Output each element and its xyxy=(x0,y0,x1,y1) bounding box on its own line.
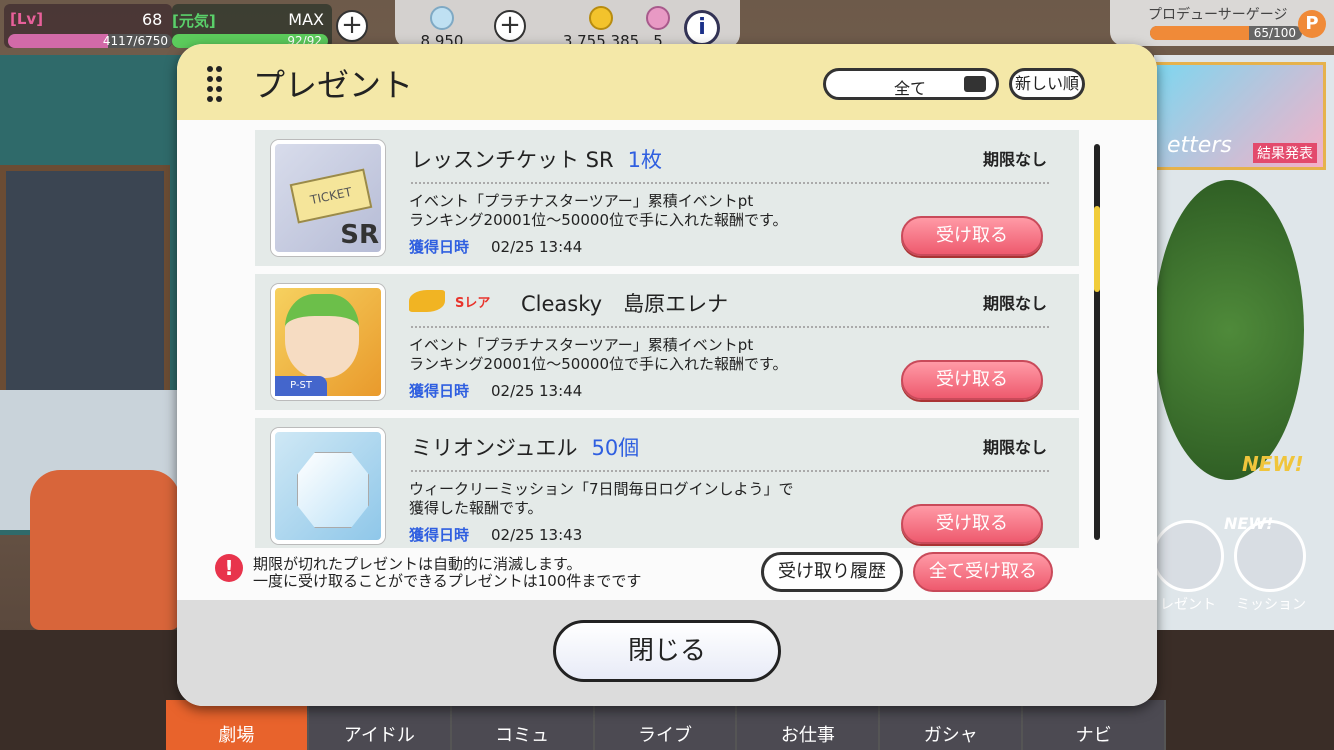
event-banner[interactable]: etters 結果発表 xyxy=(1154,62,1326,170)
item-description: イベント「プラチナスターツアー」累積イベントpt ランキング20001位～500… xyxy=(409,192,788,229)
genki-plus-button[interactable]: + xyxy=(336,10,368,42)
divider xyxy=(411,470,1049,472)
item-description: ウィークリーミッション「7日間毎日ログインしよう」で 獲得した報酬です。 xyxy=(409,480,794,517)
grip-icon xyxy=(207,66,223,102)
list-item: P-ST Sレア Cleasky 島原エレナ 期限なし イベント「プラチナスター… xyxy=(255,274,1079,410)
dialog-header: プレゼント 全て 新しい順 xyxy=(177,44,1157,120)
receive-button[interactable]: 受け取る xyxy=(901,360,1043,400)
present-dialog: プレゼント 全て 新しい順 TICKET SR レッスンチケット SR 1枚 期限… xyxy=(177,44,1157,706)
ticket-icon xyxy=(646,6,670,30)
item-quantity: 50個 xyxy=(591,436,640,460)
dialog-footer: 閉じる xyxy=(177,600,1157,706)
filter-dropdown[interactable]: 全て xyxy=(823,68,999,100)
exp-text: 4117/6750 xyxy=(102,34,168,48)
receive-history-button[interactable]: 受け取り履歴 xyxy=(761,552,903,592)
scroll-thumb[interactable] xyxy=(1094,206,1100,292)
nav-navi[interactable]: ナビ xyxy=(1023,700,1167,750)
present-button[interactable] xyxy=(1152,520,1224,592)
exp-bar-fill xyxy=(8,34,109,48)
item-quantity: 1枚 xyxy=(627,148,662,172)
ticket-icon: TICKET xyxy=(289,168,373,224)
million-jewel-icon xyxy=(297,452,369,528)
coin-icon xyxy=(589,6,613,30)
genki-max: MAX xyxy=(288,10,324,29)
list-item: TICKET SR レッスンチケット SR 1枚 期限なし イベント「プラチナスタ… xyxy=(255,130,1079,266)
pst-tag: P-ST xyxy=(275,376,327,396)
item-title: レッスンチケット SR 1枚 xyxy=(411,148,662,172)
info-button[interactable]: i xyxy=(684,10,720,46)
nav-theater[interactable]: 劇場 xyxy=(166,700,309,750)
nav-commu[interactable]: コミュ xyxy=(451,700,595,750)
receive-button[interactable]: 受け取る xyxy=(901,504,1043,544)
list-scrollbar[interactable] xyxy=(1094,144,1100,540)
divider xyxy=(411,182,1049,184)
acquired-date: 獲得日時 02/25 13:44 xyxy=(409,238,583,256)
present-label: レゼント xyxy=(1160,597,1216,613)
mission-label: ミッション xyxy=(1236,597,1306,613)
expiry-text: 期限なし xyxy=(982,150,1047,169)
jewel-icon xyxy=(430,6,454,30)
nav-work[interactable]: お仕事 xyxy=(737,700,881,750)
genki-tag: [元気] xyxy=(172,12,216,30)
producer-bar: 65/100 xyxy=(1150,26,1302,40)
item-title: ミリオンジュエル 50個 xyxy=(411,436,640,460)
producer-bar-fill xyxy=(1150,26,1249,40)
jewel-thumbnail xyxy=(271,428,385,544)
banner-tag: 結果発表 xyxy=(1253,143,1317,163)
producer-gauge: プロデューサーゲージ 65/100 P xyxy=(1110,0,1334,46)
divider xyxy=(411,326,1049,328)
expiry-text: 期限なし xyxy=(982,294,1047,313)
mission-new-badge: NEW! xyxy=(1224,514,1274,533)
chair xyxy=(30,470,180,630)
list-item: ミリオンジュエル 50個 期限なし ウィークリーミッション「7日間毎日ログインしよ… xyxy=(255,418,1079,548)
receive-button[interactable]: 受け取る xyxy=(901,216,1043,256)
receive-all-button[interactable]: 全て受け取る xyxy=(913,552,1053,592)
nav-gacha[interactable]: ガシャ xyxy=(880,700,1024,750)
nav-idol[interactable]: アイドル xyxy=(308,700,452,750)
wing-icon xyxy=(409,290,445,312)
sr-label: SR xyxy=(340,220,379,250)
cards-icon xyxy=(964,76,986,92)
dialog-title: プレゼント xyxy=(253,66,414,104)
top-hud: [Lv] 68 4117/6750 [元気] MAX 92/92 + 8,950… xyxy=(0,0,1334,50)
level-tag: [Lv] xyxy=(10,10,44,28)
rarity-label: Sレア xyxy=(455,296,491,311)
level-panel: [Lv] 68 4117/6750 xyxy=(4,4,172,48)
banner-text: etters xyxy=(1167,133,1232,158)
sort-button[interactable]: 新しい順 xyxy=(1009,68,1085,100)
present-list[interactable]: TICKET SR レッスンチケット SR 1枚 期限なし イベント「プラチナスタ… xyxy=(255,130,1079,548)
idol-portrait xyxy=(285,294,359,378)
nav-live[interactable]: ライブ xyxy=(594,700,738,750)
jewel-plus-button[interactable]: + xyxy=(494,10,526,42)
p-badge-icon: P xyxy=(1298,10,1326,38)
producer-label: プロデューサーゲージ xyxy=(1148,7,1288,23)
notice-text: 期限が切れたプレゼントは自動的に消滅します。 一度に受け取ることができるプレゼン… xyxy=(253,555,642,590)
lesson-ticket-thumbnail: TICKET SR xyxy=(271,140,385,256)
bottom-nav: 劇場 アイドル コミュ ライブ お仕事 ガシャ ナビ xyxy=(166,700,1167,750)
acquired-date: 獲得日時 02/25 13:44 xyxy=(409,382,583,400)
plant xyxy=(1154,180,1304,480)
new-badge: NEW! xyxy=(1242,452,1304,476)
genki-panel: [元気] MAX 92/92 xyxy=(172,4,332,48)
idol-card-thumbnail: P-ST xyxy=(271,284,385,400)
exp-bar: 4117/6750 xyxy=(8,34,172,48)
item-description: イベント「プラチナスターツアー」累積イベントpt ランキング20001位～500… xyxy=(409,336,788,373)
filter-value: 全て xyxy=(894,79,927,98)
producer-value: 65/100 xyxy=(1253,26,1296,40)
close-button[interactable]: 閉じる xyxy=(553,620,781,682)
level-value: 68 xyxy=(142,10,163,29)
warning-icon: ! xyxy=(215,554,243,582)
card-name: Cleasky 島原エレナ xyxy=(521,292,729,316)
expiry-text: 期限なし xyxy=(982,438,1047,457)
acquired-date: 獲得日時 02/25 13:43 xyxy=(409,526,583,544)
